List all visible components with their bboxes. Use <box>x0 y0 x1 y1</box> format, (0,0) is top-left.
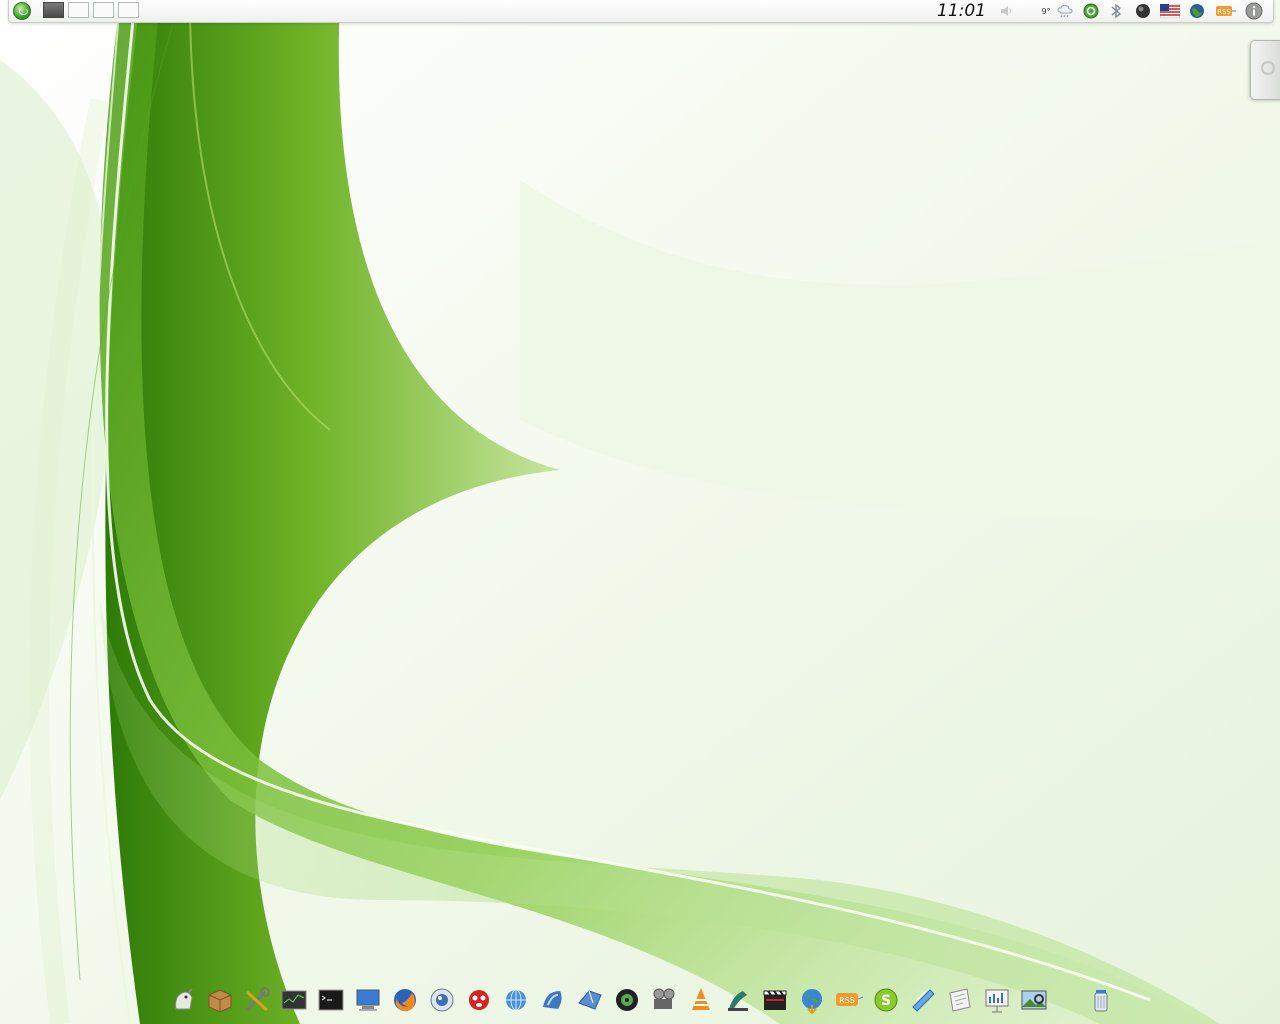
video-projector-icon[interactable] <box>647 982 681 1018</box>
application-dock: RSS S <box>166 982 1118 1020</box>
internet-icon[interactable] <box>536 982 570 1018</box>
desktop-wallpaper <box>0 0 1280 1024</box>
bird-mail-icon[interactable] <box>573 982 607 1018</box>
firefox-icon[interactable] <box>388 982 422 1018</box>
rss-feed-icon[interactable]: RSS <box>1213 2 1239 20</box>
side-panel-handle[interactable] <box>1250 40 1280 100</box>
bluetooth-icon[interactable] <box>1107 2 1125 20</box>
workspace-2[interactable] <box>68 2 89 18</box>
file-manager-icon[interactable] <box>166 982 200 1018</box>
network-globe-icon[interactable] <box>499 982 533 1018</box>
weather-temperature: 9° <box>1039 2 1053 20</box>
rss-reader-icon[interactable]: RSS <box>832 982 866 1018</box>
top-panel: 11:01 9° RSS <box>8 0 1274 23</box>
computer-icon[interactable] <box>351 982 385 1018</box>
clock[interactable]: 11:01 <box>937 0 986 22</box>
volume-icon[interactable] <box>997 2 1015 20</box>
text-editor-icon[interactable] <box>943 982 977 1018</box>
system-tools-icon[interactable] <box>240 982 274 1018</box>
system-monitor-icon[interactable] <box>277 982 311 1018</box>
weather-temp-text: 9° <box>1041 6 1051 16</box>
clapperboard-icon[interactable] <box>758 982 792 1018</box>
messenger-icon[interactable] <box>906 982 940 1018</box>
skype-icon[interactable]: S <box>869 982 903 1018</box>
image-viewer-icon[interactable] <box>1017 982 1051 1018</box>
terminal-icon[interactable] <box>314 982 348 1018</box>
audio-editor-icon[interactable] <box>721 982 755 1018</box>
media-player-icon[interactable] <box>610 982 644 1018</box>
package-manager-icon[interactable] <box>203 982 237 1018</box>
side-panel-knob-icon <box>1261 61 1275 75</box>
workspace-3[interactable] <box>93 2 114 18</box>
network-icon[interactable] <box>1133 2 1153 20</box>
workspace-4[interactable] <box>118 2 139 18</box>
globe-icon[interactable] <box>1187 2 1207 20</box>
trash-icon[interactable] <box>1084 982 1118 1018</box>
chat-messenger-icon[interactable] <box>462 982 496 1018</box>
info-icon[interactable] <box>1243 2 1265 20</box>
svg-text:RSS: RSS <box>1217 8 1231 16</box>
svg-text:RSS: RSS <box>839 996 855 1005</box>
workspace-pager <box>43 2 139 20</box>
svg-text:S: S <box>881 993 891 1009</box>
presentation-icon[interactable] <box>980 982 1014 1018</box>
update-manager-icon[interactable] <box>1081 2 1101 20</box>
browser-icon[interactable] <box>425 982 459 1018</box>
vlc-icon[interactable] <box>684 982 718 1018</box>
workspace-1[interactable] <box>43 2 64 18</box>
web-download-icon[interactable] <box>795 982 829 1018</box>
keyboard-layout-us-icon[interactable] <box>1159 2 1181 20</box>
weather-icon[interactable] <box>1055 2 1075 20</box>
app-launcher-icon[interactable] <box>13 2 31 20</box>
